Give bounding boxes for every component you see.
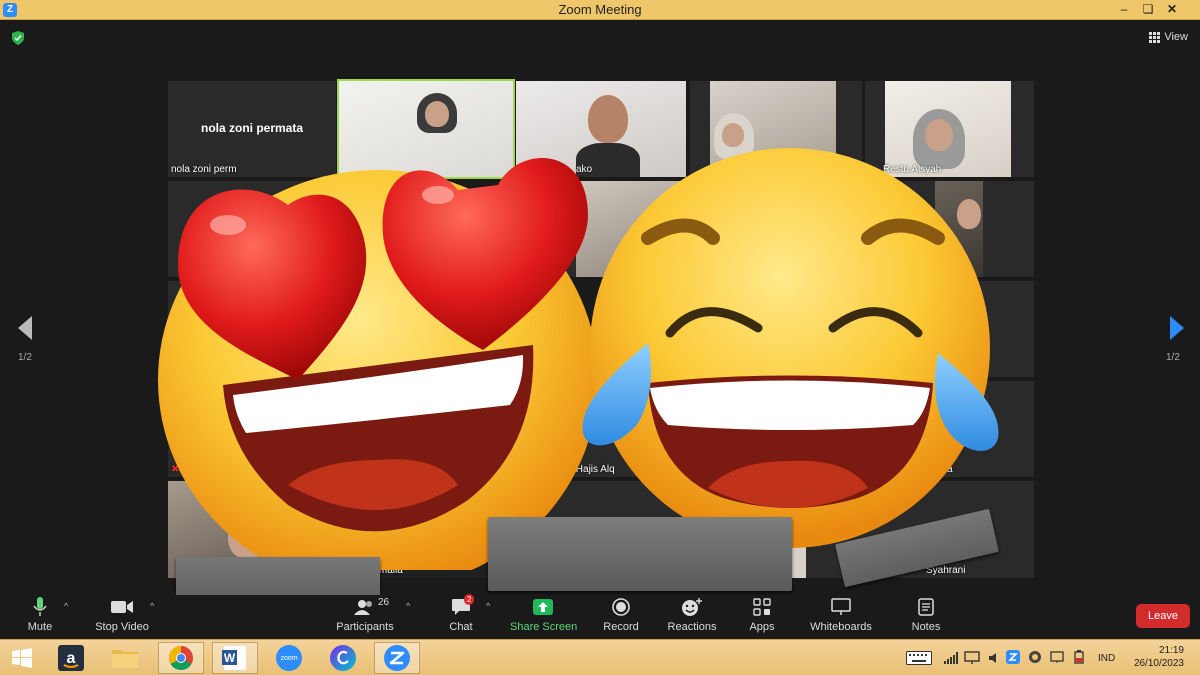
network-monitor-icon[interactable] (964, 651, 980, 665)
file-explorer-app[interactable] (102, 642, 148, 674)
clock-date: 26/10/2023 (1133, 658, 1184, 669)
zoom-taskbar-label: zoom (280, 654, 298, 662)
apps-icon (753, 598, 771, 616)
display-tray-icon[interactable] (1050, 650, 1064, 664)
system-clock[interactable]: 21:19 26/10/2023 (1134, 644, 1184, 670)
tears-of-joy-emoji-icon (582, 148, 999, 548)
video-options-caret-icon[interactable]: ^ (150, 601, 154, 611)
apps-button[interactable]: Apps (746, 595, 778, 633)
word-icon: W (222, 646, 246, 670)
antivirus-tray-icon[interactable] (1028, 650, 1042, 664)
input-language[interactable]: IND (1098, 653, 1115, 664)
shield-icon[interactable] (12, 31, 24, 45)
reactions-button[interactable]: Reactions (664, 595, 720, 633)
grid-view-icon (1149, 32, 1161, 43)
word-app[interactable]: W (212, 642, 258, 674)
chat-options-caret-icon[interactable]: ^ (486, 601, 490, 611)
participants-count: 26 (378, 597, 390, 608)
whiteboards-button[interactable]: Whiteboards (806, 595, 876, 633)
previous-page-button[interactable] (14, 315, 38, 355)
windows-logo-icon (12, 648, 32, 668)
meeting-area: View 1/2 1/2 nola zoni permata nola zoni… (0, 21, 1200, 607)
close-button[interactable]: ✕ (1160, 0, 1184, 20)
page-indicator-left: 1/2 (18, 352, 32, 363)
volume-icon[interactable] (988, 652, 1000, 664)
minimize-button[interactable]: – (1112, 0, 1136, 20)
mute-button[interactable]: Mute (20, 595, 60, 633)
record-label: Record (603, 621, 639, 633)
participants-button[interactable]: 26 Participants (334, 595, 396, 633)
chat-unread-badge: 2 (464, 594, 475, 605)
canva-icon (330, 645, 356, 671)
participants-label: Participants (336, 621, 394, 633)
participants-options-caret-icon[interactable]: ^ (406, 601, 410, 611)
audio-options-caret-icon[interactable]: ^ (64, 601, 68, 611)
clock-time: 21:19 (1158, 645, 1184, 656)
chrome-app[interactable] (158, 642, 204, 674)
stop-video-button[interactable]: Stop Video (92, 595, 152, 633)
participants-icon (354, 600, 372, 615)
chrome-icon (168, 646, 193, 671)
chat-button[interactable]: 2 Chat (446, 594, 476, 633)
amazon-icon: a (58, 645, 84, 671)
view-button[interactable]: View (1149, 31, 1188, 43)
meeting-toolbar: Mute ^ Stop Video ^ 26 Participants ^ 2 … (0, 594, 1200, 638)
notes-icon (918, 598, 934, 616)
canva-app[interactable] (320, 642, 366, 674)
apps-label: Apps (749, 621, 775, 633)
next-page-button[interactable] (1164, 315, 1188, 355)
keyboard-icon[interactable] (906, 651, 932, 665)
microphone-icon (33, 597, 47, 616)
signal-icon[interactable] (944, 652, 958, 664)
share-screen-button[interactable]: Share Screen (510, 595, 578, 633)
notes-button[interactable]: Notes (908, 595, 944, 633)
zoom-taskbar-app[interactable]: zoom (266, 642, 312, 674)
reactions-label: Reactions (667, 621, 717, 633)
arrow-right-icon (1170, 316, 1184, 340)
mute-label: Mute (27, 621, 53, 633)
leave-button[interactable]: Leave (1136, 604, 1190, 628)
zoom-tray-icon[interactable] (1006, 650, 1020, 664)
chat-label: Chat (449, 621, 473, 633)
restore-button[interactable]: ❏ (1136, 0, 1160, 20)
zoom-meeting-app[interactable] (374, 642, 420, 674)
stop-video-label: Stop Video (95, 621, 149, 633)
windows-start-button[interactable] (0, 642, 44, 674)
whiteboards-label: Whiteboards (810, 621, 872, 633)
whiteboard-icon (831, 598, 851, 615)
heart-eyes-emoji-icon (158, 157, 598, 570)
zoom-z-icon (384, 645, 410, 671)
grey-sticker-block (488, 517, 792, 591)
share-screen-arrow-icon (533, 599, 553, 615)
page-indicator-right: 1/2 (1166, 352, 1180, 363)
svg-text:W: W (224, 651, 236, 665)
smiley-plus-icon (682, 598, 702, 616)
video-camera-icon (111, 601, 133, 613)
zoom-window: Z Zoom Meeting – ❏ ✕ View 1/2 1/2 nola z… (0, 0, 1200, 675)
share-screen-label: Share Screen (510, 621, 578, 633)
title-bar: Z Zoom Meeting – ❏ ✕ (0, 0, 1200, 20)
record-button[interactable]: Record (600, 595, 642, 633)
battery-icon[interactable] (1072, 650, 1086, 664)
amazon-app[interactable]: a (48, 642, 94, 674)
window-title: Zoom Meeting (558, 2, 642, 17)
record-icon (612, 598, 630, 616)
arrow-left-icon (18, 316, 32, 340)
windows-taskbar: a W zoom IND 21:19 26/10/2023 (0, 639, 1200, 675)
folder-icon (112, 650, 138, 668)
view-label: View (1164, 31, 1188, 43)
svg-text:a: a (67, 650, 76, 667)
notes-label: Notes (911, 621, 941, 633)
